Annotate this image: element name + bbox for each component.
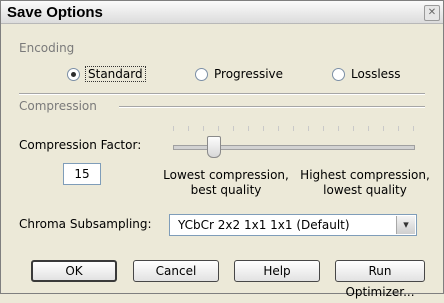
- slider-tick: [338, 126, 339, 131]
- slider-tick: [323, 126, 324, 131]
- compression-factor-label: Compression Factor:: [19, 138, 142, 152]
- radio-standard-indicator[interactable]: [67, 67, 80, 81]
- chroma-subsampling-label: Chroma Subsampling:: [19, 217, 152, 231]
- help-button[interactable]: Help: [234, 260, 320, 282]
- slider-tick: [293, 126, 294, 131]
- radio-progressive-indicator[interactable]: [195, 67, 208, 81]
- slider-tick: [203, 126, 204, 131]
- low-desc-line2: best quality: [190, 183, 262, 197]
- slider-tick: [263, 126, 264, 131]
- compression-separator: [119, 106, 425, 108]
- cancel-button[interactable]: Cancel: [133, 260, 219, 282]
- slider-tick: [233, 126, 234, 131]
- slider-tick: [188, 126, 189, 131]
- slider-tick: [308, 126, 309, 131]
- chroma-subsampling-select[interactable]: YCbCr 2x2 1x1 1x1 (Default) ▾: [169, 214, 417, 236]
- title-bar[interactable]: Save Options ✕: [1, 1, 443, 24]
- radio-lossless-indicator[interactable]: [332, 67, 345, 81]
- chroma-subsampling-value: YCbCr 2x2 1x1 1x1 (Default): [178, 218, 350, 232]
- high-compression-description: Highest compression, lowest quality: [299, 168, 431, 198]
- save-options-dialog: Save Options ✕ Encoding Standard Progres…: [0, 0, 444, 299]
- close-icon[interactable]: ✕: [424, 5, 440, 21]
- radio-standard[interactable]: Standard: [67, 66, 146, 82]
- encoding-separator: [19, 93, 425, 95]
- dialog-title: Save Options: [7, 4, 103, 21]
- chevron-down-icon[interactable]: ▾: [396, 216, 415, 234]
- compression-factor-value[interactable]: 15: [63, 163, 101, 185]
- compression-section-label: Compression: [19, 99, 97, 113]
- radio-progressive[interactable]: Progressive: [195, 67, 283, 81]
- low-compression-description: Lowest compression, best quality: [161, 168, 291, 198]
- slider-tick: [278, 126, 279, 131]
- high-desc-line2: lowest quality: [323, 183, 407, 197]
- radio-lossless[interactable]: Lossless: [332, 67, 401, 81]
- slider-tick: [173, 126, 174, 131]
- slider-tick: [383, 126, 384, 131]
- ok-button[interactable]: OK: [31, 260, 117, 282]
- radio-standard-label: Standard: [85, 66, 146, 82]
- encoding-section-label: Encoding: [19, 41, 75, 55]
- high-desc-line1: Highest compression,: [300, 168, 430, 182]
- low-desc-line1: Lowest compression,: [163, 168, 289, 182]
- slider-tick: [218, 126, 219, 131]
- slider-tick: [248, 126, 249, 131]
- radio-lossless-label: Lossless: [351, 67, 401, 81]
- slider-thumb[interactable]: [207, 136, 221, 158]
- slider-tick: [353, 126, 354, 131]
- slider-tick: [413, 126, 414, 131]
- slider-tick: [398, 126, 399, 131]
- radio-progressive-label: Progressive: [214, 67, 284, 81]
- slider-tick: [368, 126, 369, 131]
- run-optimizer-button[interactable]: Run Optimizer...: [335, 260, 425, 299]
